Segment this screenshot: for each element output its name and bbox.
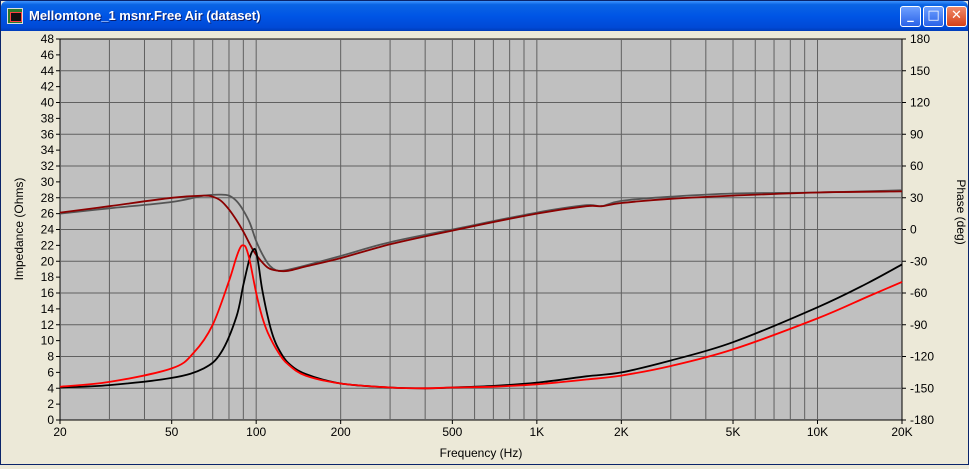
y2-tick-label: -150 [910, 381, 934, 395]
x-tick-label: 200 [331, 425, 351, 439]
x-tick-label: 100 [246, 425, 266, 439]
y-tick-label: 40 [41, 96, 55, 110]
y2-tick-label: -90 [910, 318, 928, 332]
y2-tick-label: 0 [910, 223, 917, 237]
title-bar[interactable]: Mellomtone_1 msnr.Free Air (dataset) _ □… [1, 1, 968, 31]
maximize-button[interactable]: □ [923, 6, 944, 27]
x-tick-label: 50 [165, 425, 179, 439]
y-tick-label: 42 [41, 80, 55, 94]
y-tick-label: 12 [41, 318, 55, 332]
x-tick-label: 2K [614, 425, 629, 439]
y-tick-label: 38 [41, 111, 55, 125]
y-tick-label: 14 [41, 302, 55, 316]
y2-tick-label: 150 [910, 64, 930, 78]
y-tick-label: 4 [47, 381, 54, 395]
y-tick-label: 32 [41, 159, 55, 173]
y2-tick-label: 60 [910, 159, 924, 173]
x-axis-label: Frequency (Hz) [440, 446, 523, 460]
y-tick-label: 36 [41, 127, 55, 141]
close-button[interactable]: ✕ [946, 6, 967, 27]
x-tick-label: 1K [530, 425, 545, 439]
y-tick-label: 48 [41, 32, 55, 46]
x-tick-label: 5K [726, 425, 741, 439]
y-tick-label: 34 [41, 143, 55, 157]
y-tick-label: 10 [41, 334, 55, 348]
app-window: Mellomtone_1 msnr.Free Air (dataset) _ □… [0, 0, 969, 465]
y2-tick-label: 30 [910, 191, 924, 205]
y-tick-label: 24 [41, 223, 55, 237]
y2-tick-label: 180 [910, 32, 930, 46]
x-tick-label: 10K [807, 425, 828, 439]
y2-tick-label: -180 [910, 413, 934, 427]
y-tick-label: 6 [47, 365, 54, 379]
y-tick-label: 18 [41, 270, 55, 284]
x-tick-label: 20K [891, 425, 912, 439]
y-tick-label: 20 [41, 254, 55, 268]
y-tick-label: 44 [41, 64, 55, 78]
y2-tick-label: -30 [910, 254, 928, 268]
y-tick-label: 30 [41, 175, 55, 189]
y-tick-label: 28 [41, 191, 55, 205]
y-axis-label: Impedance (Ohms) [12, 178, 26, 281]
y-tick-label: 8 [47, 350, 54, 364]
y2-axis-label: Phase (deg) [954, 179, 966, 244]
y-tick-label: 46 [41, 48, 55, 62]
x-tick-label: 20 [53, 425, 67, 439]
y2-tick-label: -60 [910, 286, 928, 300]
y-tick-label: 26 [41, 207, 55, 221]
phase-axis-ticks: -180 -150 -120 -90 -60 -30 0 30 60 90 120 150 180 [902, 32, 934, 427]
app-icon[interactable] [7, 8, 23, 24]
impedance-phase-chart: 0246810121416182022242628303234363840424… [12, 32, 968, 460]
chart-area: 0 2 4 6 8 10 12 14 16 18 20 22 24 26 28 30 32 34 36 38 40 42 4… [4, 31, 968, 464]
y-tick-label: 2 [47, 397, 54, 411]
x-tick-label: 500 [442, 425, 462, 439]
impedance-axis-ticks: 0246810121416182022242628303234363840424… [41, 32, 60, 427]
y2-tick-label: 120 [910, 96, 930, 110]
y2-tick-label: -120 [910, 350, 934, 364]
minimize-button[interactable]: _ [900, 6, 921, 27]
window-title: Mellomtone_1 msnr.Free Air (dataset) [29, 8, 261, 23]
y-tick-label: 22 [41, 238, 55, 252]
y-tick-label: 16 [41, 286, 55, 300]
y2-tick-label: 90 [910, 127, 924, 141]
frequency-axis-ticks: 20 50 100 200 500 1K 2K 5K 10K 20K [53, 420, 913, 439]
